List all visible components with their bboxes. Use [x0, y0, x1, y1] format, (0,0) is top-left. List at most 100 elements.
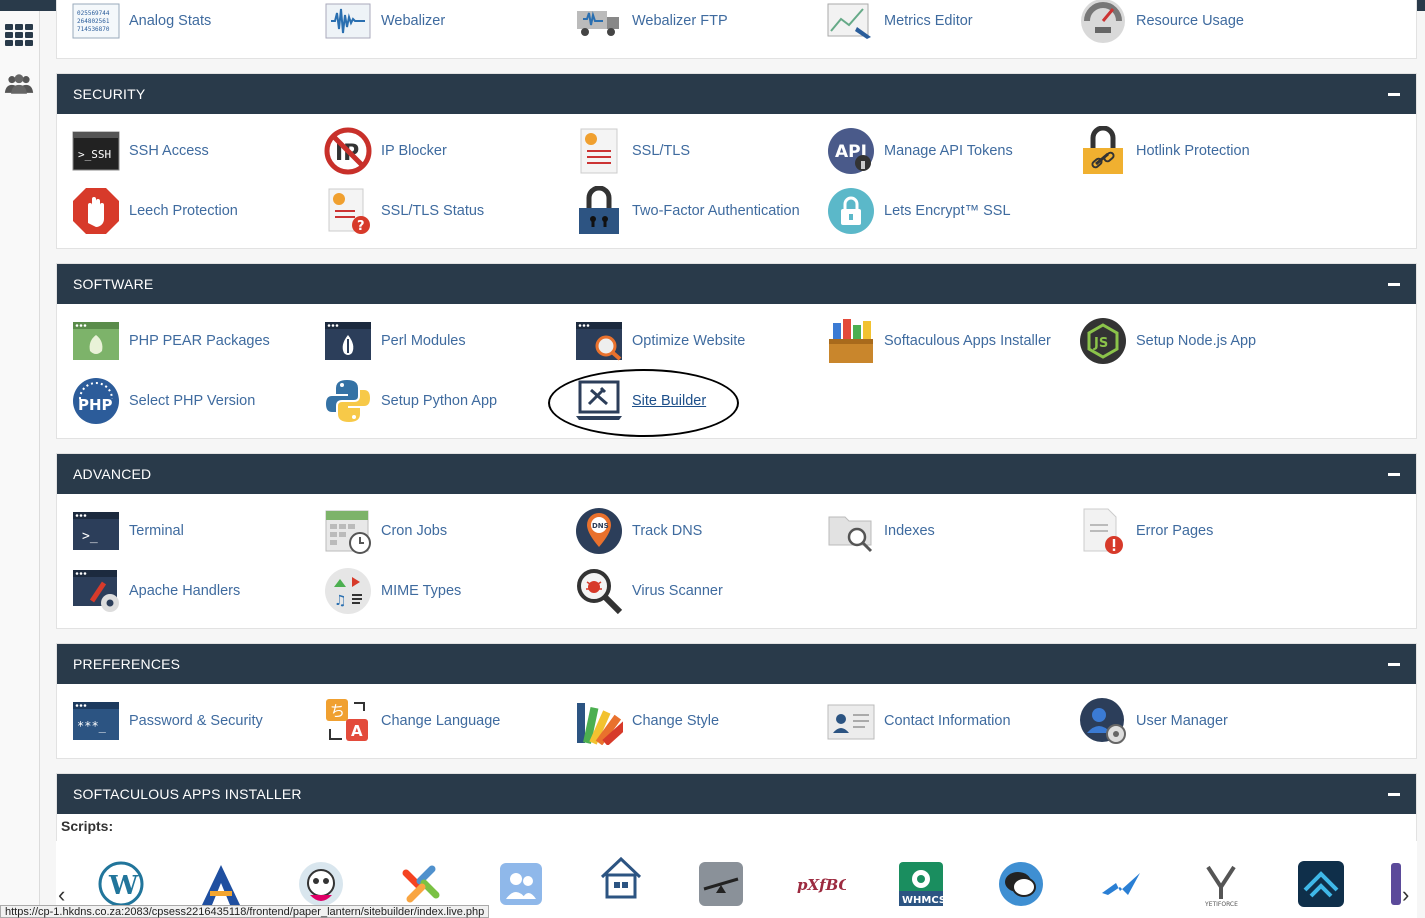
- indexes-link[interactable]: Indexes: [826, 505, 935, 557]
- php-pear-packages-link[interactable]: PHP PEAR Packages: [71, 315, 270, 367]
- softaculous-icon: [826, 316, 876, 366]
- mime-types-link[interactable]: ♫ MIME Types: [323, 565, 461, 617]
- section-title: SOFTACULOUS APPS INSTALLER: [73, 786, 302, 802]
- section-title: PREFERENCES: [73, 656, 181, 672]
- color-palette-icon: [574, 696, 624, 746]
- apache-handlers-link[interactable]: Apache Handlers: [71, 565, 240, 617]
- webalizer-link[interactable]: Webalizer: [323, 0, 445, 47]
- ssl-tls-status-link[interactable]: ? SSL/TLS Status: [323, 185, 484, 237]
- optimize-website-link[interactable]: Optimize Website: [574, 315, 745, 367]
- user-manager-icon: [1078, 696, 1128, 746]
- left-sidebar: [0, 11, 40, 918]
- layers-app-icon[interactable]: [1296, 859, 1346, 909]
- lets-encrypt-ssl-link[interactable]: Lets Encrypt™ SSL: [826, 185, 1011, 237]
- calendar-clock-icon: [323, 506, 373, 556]
- svg-text:264802561: 264802561: [77, 18, 110, 25]
- perl-icon: [323, 316, 373, 366]
- terminal-link[interactable]: >_ Terminal: [71, 505, 184, 557]
- terminal-icon: >_: [71, 506, 121, 556]
- contact-card-icon: [826, 696, 876, 746]
- collapse-icon[interactable]: [1388, 662, 1400, 666]
- cron-jobs-link[interactable]: Cron Jobs: [323, 505, 447, 557]
- contact-information-link[interactable]: Contact Information: [826, 695, 1011, 747]
- softaculous-header[interactable]: SOFTACULOUS APPS INSTALLER: [57, 774, 1416, 814]
- php-pear-icon: [71, 316, 121, 366]
- virus-scanner-icon: [574, 566, 624, 616]
- joomla-icon[interactable]: [396, 859, 446, 909]
- password-security-link[interactable]: ***_ Password & Security: [71, 695, 263, 747]
- apps-grid-icon[interactable]: [4, 23, 34, 49]
- lets-encrypt-icon: [826, 186, 876, 236]
- leech-protection-link[interactable]: Leech Protection: [71, 185, 238, 237]
- manage-api-tokens-link[interactable]: API Manage API Tokens: [826, 125, 1013, 177]
- advanced-header[interactable]: ADVANCED: [57, 454, 1416, 494]
- ssl-tls-link[interactable]: SSL/TLS: [574, 125, 690, 177]
- two-factor-authentication-link[interactable]: Two-Factor Authentication: [574, 185, 800, 237]
- resource-usage-link[interactable]: Resource Usage: [1078, 0, 1244, 47]
- change-style-link[interactable]: Change Style: [574, 695, 719, 747]
- svg-text:A: A: [351, 722, 363, 740]
- social-network-icon[interactable]: [496, 859, 546, 909]
- mime-types-icon: ♫: [323, 566, 373, 616]
- language-icon: ちA: [323, 696, 373, 746]
- phpbb-icon[interactable]: pXfBG: [796, 859, 846, 909]
- preferences-header[interactable]: PREFERENCES: [57, 644, 1416, 684]
- software-header[interactable]: SOFTWARE: [57, 264, 1416, 304]
- track-dns-link[interactable]: DNS Track DNS: [574, 505, 702, 557]
- apache-handlers-icon: [71, 566, 121, 616]
- svg-text:ち: ち: [330, 702, 345, 720]
- python-icon: [323, 376, 373, 426]
- user-manager-link[interactable]: User Manager: [1078, 695, 1228, 747]
- ip-blocker-icon: IP: [323, 126, 373, 176]
- collapse-icon[interactable]: [1388, 92, 1400, 96]
- svg-text:WHMCS: WHMCS: [902, 895, 944, 906]
- svg-text:YETIFORCE: YETIFORCE: [1204, 901, 1238, 907]
- perl-modules-link[interactable]: Perl Modules: [323, 315, 466, 367]
- scroll-right-arrow[interactable]: ›: [1402, 882, 1409, 908]
- svg-text:>_: >_: [82, 529, 98, 544]
- error-pages-link[interactable]: Error Pages: [1078, 505, 1213, 557]
- prestashop-icon[interactable]: [296, 859, 346, 909]
- svg-text:PHP: PHP: [78, 396, 113, 414]
- virus-scanner-link[interactable]: Virus Scanner: [574, 565, 723, 617]
- ssl-certificate-icon: [574, 126, 624, 176]
- metrics-editor-icon: [826, 0, 876, 46]
- real-estate-icon[interactable]: [596, 853, 646, 903]
- webalizer-icon: [323, 0, 373, 46]
- softaculous-apps-installer-link[interactable]: Softaculous Apps Installer: [826, 315, 1051, 367]
- seesaw-icon[interactable]: [696, 859, 746, 909]
- stop-hand-icon: [71, 186, 121, 236]
- ssh-access-link[interactable]: >_SSH SSH Access: [71, 125, 209, 177]
- svg-text:714536870: 714536870: [77, 26, 110, 33]
- hotlink-protection-link[interactable]: Hotlink Protection: [1078, 125, 1250, 177]
- analog-stats-link[interactable]: 025569744 264802561 714536870 Analog Stats: [71, 0, 211, 47]
- collapse-icon[interactable]: [1388, 792, 1400, 796]
- setup-python-app-link[interactable]: Setup Python App: [323, 375, 497, 427]
- api-token-icon: API: [826, 126, 876, 176]
- ssh-icon: >_SSH: [71, 126, 121, 176]
- select-php-version-link[interactable]: PHP Select PHP Version: [71, 375, 255, 427]
- ip-blocker-link[interactable]: IP IP Blocker: [323, 125, 447, 177]
- svg-text:W: W: [108, 871, 139, 901]
- security-header[interactable]: SECURITY: [57, 74, 1416, 114]
- whmcs-icon[interactable]: WHMCS: [896, 859, 946, 909]
- wordpress-icon[interactable]: W: [96, 859, 146, 909]
- php-version-icon: PHP: [71, 376, 121, 426]
- padlock-icon: [574, 186, 624, 236]
- setup-nodejs-app-link[interactable]: JS Setup Node.js App: [1078, 315, 1256, 367]
- yetiforce-icon[interactable]: YETIFORCE: [1196, 859, 1246, 909]
- padlock-link-icon: [1078, 126, 1128, 176]
- collapse-icon[interactable]: [1388, 282, 1400, 286]
- svg-text:***_: ***_: [77, 719, 107, 733]
- svg-text:?: ?: [357, 219, 365, 234]
- change-language-link[interactable]: ちA Change Language: [323, 695, 500, 747]
- section-title: SECURITY: [73, 86, 146, 102]
- collapse-icon[interactable]: [1388, 472, 1400, 476]
- chat-bubbles-icon[interactable]: [996, 859, 1046, 909]
- users-icon[interactable]: [4, 71, 34, 97]
- bird-logo-icon[interactable]: [1096, 859, 1146, 909]
- ssl-status-icon: ?: [323, 186, 373, 236]
- metrics-editor-link[interactable]: Metrics Editor: [826, 0, 973, 47]
- abantecart-icon[interactable]: [196, 859, 246, 909]
- webalizer-ftp-link[interactable]: Webalizer FTP: [574, 0, 728, 47]
